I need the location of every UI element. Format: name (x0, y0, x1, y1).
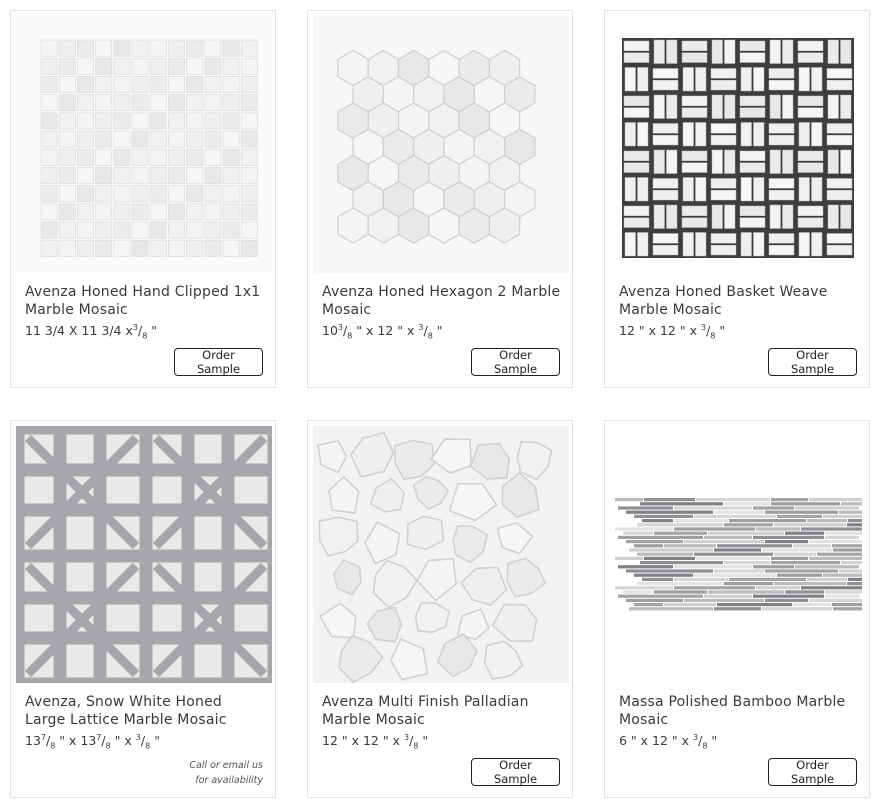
product-title[interactable]: Avenza Honed Hand Clipped 1x1 Marble Mos… (25, 283, 265, 319)
order-sample-button[interactable]: Order Sample (768, 348, 857, 376)
product-card[interactable]: Avenza Multi Finish Palladian Marble Mos… (307, 420, 573, 798)
square-mosaic-image (16, 16, 272, 273)
product-card[interactable]: Massa Polished Bamboo Marble Mosaic 6 " … (604, 420, 870, 798)
product-dimensions: 12 " x 12 " x 3/8 " (322, 732, 429, 751)
order-sample-button[interactable]: Order Sample (471, 758, 560, 786)
product-dimensions: 12 " x 12 " x 3/8 " (619, 322, 726, 341)
palladian-mosaic-image (313, 426, 569, 683)
product-dimensions: 137/8 " x 137/8 " x 3/8 " (25, 732, 160, 751)
product-title[interactable]: Avenza Honed Basket Weave Marble Mosaic (619, 283, 859, 319)
basket-weave-mosaic-image (610, 16, 866, 273)
order-sample-button[interactable]: Order Sample (471, 348, 560, 376)
product-image-lattice-mosaic[interactable] (16, 426, 272, 683)
product-image-bamboo-mosaic[interactable] (610, 426, 866, 683)
availability-line: Call or email us (189, 760, 263, 771)
product-title[interactable]: Massa Polished Bamboo Marble Mosaic (619, 693, 859, 729)
product-card[interactable]: Avenza Honed Hexagon 2 Marble Mosaic 103… (307, 10, 573, 388)
product-dimensions: 11 3/4 X 11 3/4 x3/8 " (25, 322, 158, 341)
product-image-hexagon-mosaic[interactable] (313, 16, 569, 273)
availability-line: for availability (195, 775, 263, 786)
product-image-basket-weave-mosaic[interactable] (610, 16, 866, 273)
bamboo-mosaic-image (610, 426, 866, 683)
product-dimensions: 6 " x 12 " x 3/8 " (619, 732, 718, 751)
product-card[interactable]: Avenza Honed Hand Clipped 1x1 Marble Mos… (10, 10, 276, 388)
product-dimensions: 103/8 " x 12 " x 3/8 " (322, 322, 443, 341)
product-title[interactable]: Avenza, Snow White Honed Large Lattice M… (25, 693, 265, 729)
product-title[interactable]: Avenza Honed Hexagon 2 Marble Mosaic (322, 283, 562, 319)
lattice-mosaic-image (16, 426, 272, 683)
product-image-palladian-mosaic[interactable] (313, 426, 569, 683)
availability-note: Call or email us for availability (173, 758, 263, 788)
hexagon-mosaic-image (313, 16, 569, 273)
product-card[interactable]: Avenza, Snow White Honed Large Lattice M… (10, 420, 276, 798)
order-sample-button[interactable]: Order Sample (174, 348, 263, 376)
order-sample-button[interactable]: Order Sample (768, 758, 857, 786)
product-card[interactable]: Avenza Honed Basket Weave Marble Mosaic … (604, 10, 870, 388)
product-title[interactable]: Avenza Multi Finish Palladian Marble Mos… (322, 693, 562, 729)
product-image-square-mosaic[interactable] (16, 16, 272, 273)
